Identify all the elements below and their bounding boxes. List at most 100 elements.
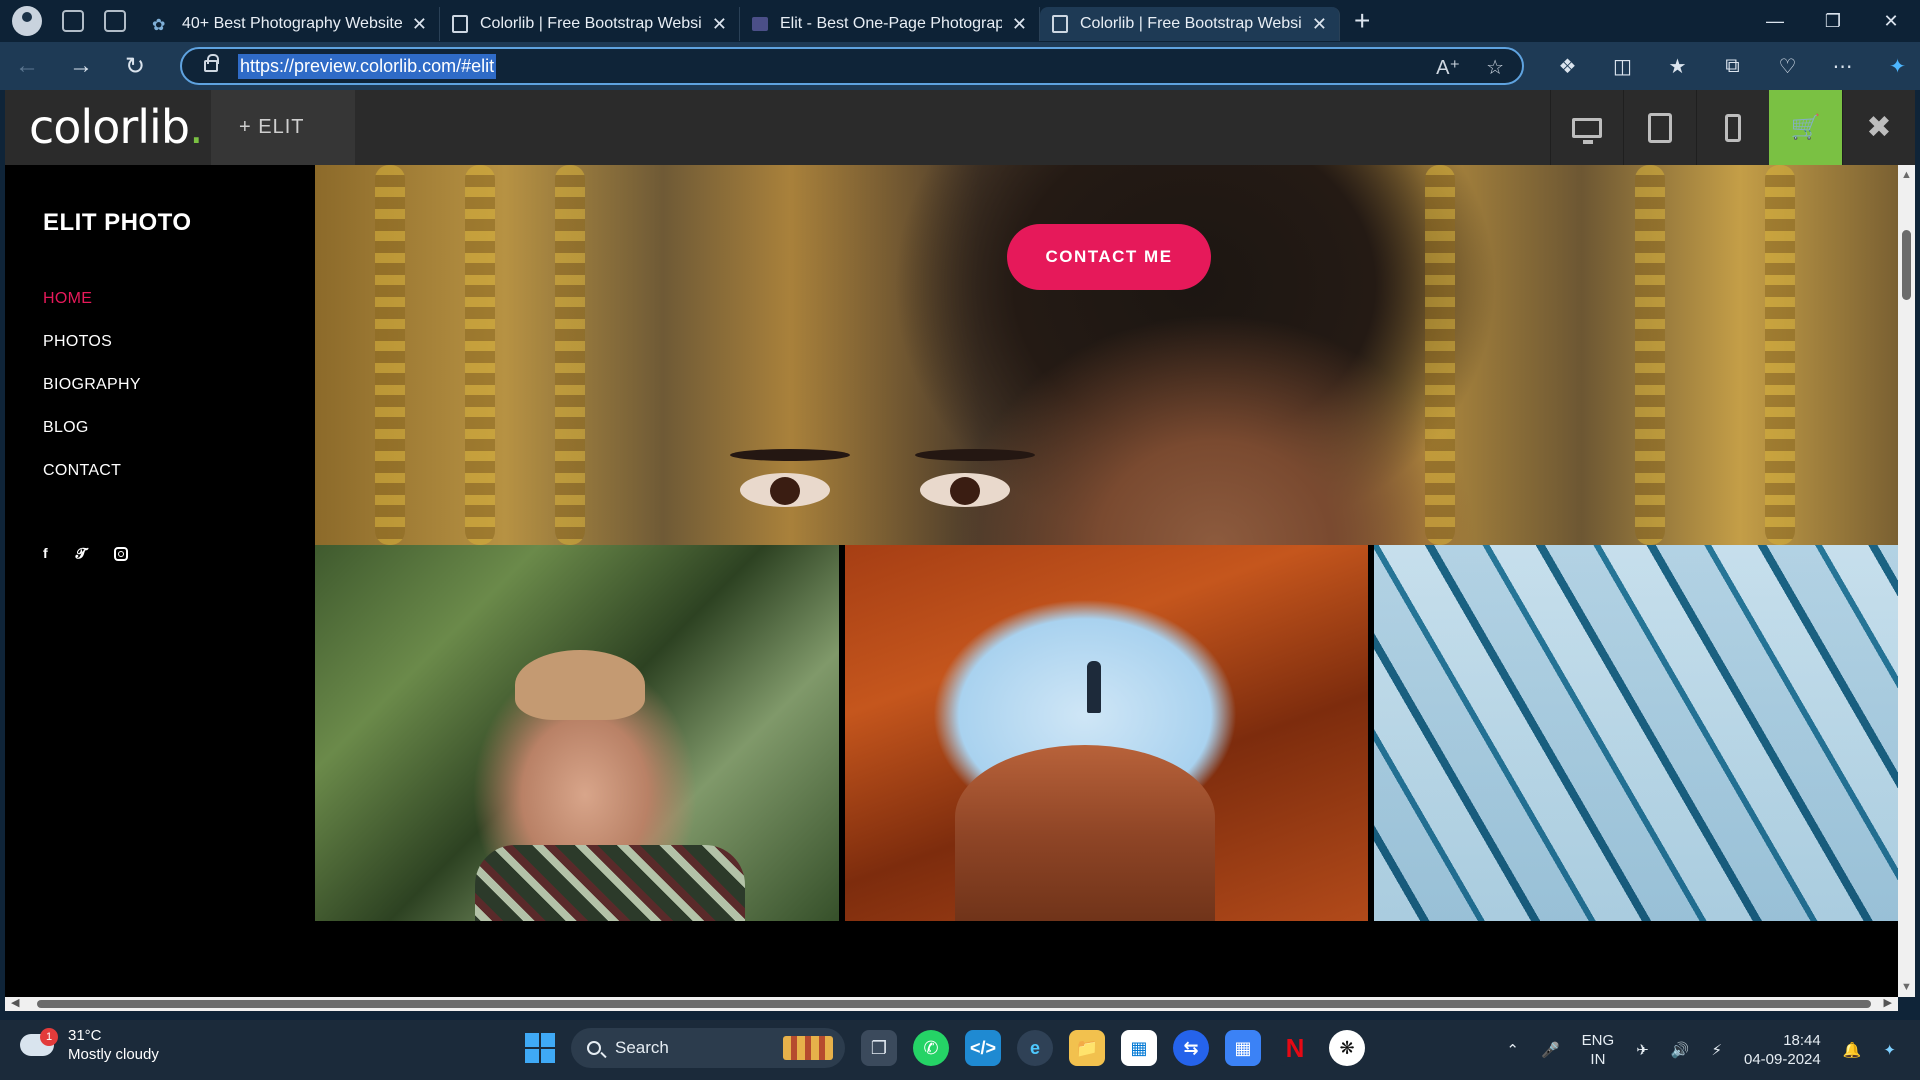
language-indicator[interactable]: ENG IN — [1582, 1031, 1615, 1069]
back-icon[interactable]: ← — [0, 52, 54, 80]
facebook-icon[interactable]: f — [43, 545, 48, 562]
copilot-icon[interactable]: ✦ — [1870, 54, 1920, 79]
phone-link-icon[interactable]: ▦ — [1225, 1030, 1261, 1066]
volume-icon[interactable]: 🔊 — [1671, 1041, 1690, 1059]
weather-widget[interactable]: 1 31°C Mostly cloudy — [20, 1026, 159, 1064]
scrollbar-thumb[interactable] — [37, 1000, 1871, 1008]
airplane-icon[interactable]: ✈ — [1636, 1041, 1649, 1059]
eyebrow-shape — [915, 449, 1035, 461]
minimize-icon[interactable]: — — [1746, 0, 1804, 42]
cloud-icon: 1 — [20, 1028, 58, 1056]
twitter-icon[interactable]: 𝓣 — [76, 545, 87, 562]
scroll-right-icon[interactable]: ▶ — [1884, 996, 1892, 1009]
colorlib-logo[interactable]: colorlib. — [29, 100, 204, 154]
ms-store-icon[interactable]: ▦ — [1121, 1030, 1157, 1066]
theme-selector-button[interactable]: + ELIT — [211, 90, 355, 165]
more-icon[interactable]: ⋯ — [1815, 54, 1870, 79]
search-label: Search — [615, 1038, 669, 1057]
eye-shape — [740, 473, 830, 507]
menu-item-blog[interactable]: BLOG — [43, 419, 141, 462]
refresh-icon[interactable]: ↻ — [108, 52, 162, 81]
url-text[interactable]: https://preview.colorlib.com/#elit — [238, 53, 497, 79]
contact-me-button[interactable]: CONTACT ME — [1007, 224, 1211, 290]
notification-badge: 1 — [40, 1028, 58, 1046]
desktop-view-button[interactable] — [1550, 90, 1623, 165]
cactus-decoration — [1425, 165, 1455, 545]
file-explorer-icon[interactable]: 📁 — [1069, 1030, 1105, 1066]
chatgpt-icon[interactable]: ❋ — [1329, 1030, 1365, 1066]
scroll-up-icon[interactable]: ▲ — [1901, 169, 1912, 181]
browser-tab-active[interactable]: Colorlib | Free Bootstrap Website ✕ — [1040, 7, 1340, 41]
edge-icon[interactable]: e — [1017, 1030, 1053, 1066]
copilot-taskbar-icon[interactable]: ✦ — [1883, 1041, 1896, 1059]
netflix-icon[interactable]: N — [1277, 1030, 1313, 1066]
clock[interactable]: 18:44 04-09-2024 — [1744, 1031, 1821, 1069]
url-input[interactable]: https://preview.colorlib.com/#elit A⁺ ☆ — [180, 47, 1524, 85]
windows-taskbar: 1 31°C Mostly cloudy Search ❐ ✆ </> e 📁 … — [0, 1020, 1920, 1080]
weather-temperature: 31°C — [68, 1027, 102, 1044]
close-preview-button[interactable]: ✖ — [1842, 90, 1915, 165]
read-aloud-icon[interactable]: A⁺ — [1436, 55, 1460, 80]
new-tab-icon[interactable]: + — [1354, 5, 1370, 37]
favorites-icon[interactable]: ★ — [1650, 54, 1705, 79]
gallery-photo-rock-arch[interactable] — [844, 545, 1369, 921]
language-code: ENG — [1581, 1032, 1615, 1049]
browser-tab[interactable]: Colorlib | Free Bootstrap Website ✕ — [440, 7, 740, 41]
tab-close-icon[interactable]: ✕ — [1012, 14, 1027, 35]
favorite-star-icon[interactable]: ☆ — [1486, 55, 1504, 80]
phone-view-button[interactable] — [1696, 90, 1769, 165]
split-screen-icon[interactable]: ◫ — [1595, 54, 1650, 79]
search-icon — [587, 1041, 601, 1055]
chevron-up-icon[interactable]: ⌃ — [1506, 1041, 1519, 1059]
taskbar-search[interactable]: Search — [571, 1028, 845, 1068]
browser-tab[interactable]: ✿ 40+ Best Photography Website Te ✕ — [140, 7, 440, 41]
browser-toolbar: ❖ ◫ ★ ⧉ ♡ ⋯ ✦ — [1540, 42, 1920, 90]
browser-tab[interactable]: Elit - Best One-Page Photography ✕ — [740, 7, 1040, 41]
menu-item-biography[interactable]: BIOGRAPHY — [43, 376, 141, 419]
horizontal-scrollbar[interactable]: ◀ ▶ — [5, 997, 1898, 1011]
task-view-icon[interactable]: ❐ — [861, 1030, 897, 1066]
collections-icon[interactable]: ⧉ — [1705, 55, 1760, 78]
profile-avatar-icon[interactable] — [12, 6, 42, 36]
menu-item-photos[interactable]: PHOTOS — [43, 333, 141, 376]
workspaces-icon[interactable] — [62, 10, 84, 32]
tab-close-icon[interactable]: ✕ — [712, 14, 727, 35]
tablet-view-button[interactable] — [1623, 90, 1696, 165]
desktop-icon — [1572, 117, 1602, 144]
sync-app-icon[interactable]: ⇆ — [1173, 1030, 1209, 1066]
microphone-icon[interactable]: 🎤 — [1541, 1041, 1560, 1059]
scroll-down-icon[interactable]: ▼ — [1901, 981, 1912, 993]
website-viewport: ELIT PHOTO HOME PHOTOS BIOGRAPHY BLOG CO… — [5, 165, 1898, 997]
eye-shape — [920, 473, 1010, 507]
cactus-decoration — [375, 165, 405, 545]
browser-tab-strip: ✿ 40+ Best Photography Website Te ✕ Colo… — [0, 0, 1920, 42]
start-button[interactable] — [525, 1033, 555, 1063]
vscode-icon[interactable]: </> — [965, 1030, 1001, 1066]
window-close-icon[interactable]: ✕ — [1862, 0, 1920, 42]
tab-close-icon[interactable]: ✕ — [1312, 14, 1327, 35]
site-brand[interactable]: ELIT PHOTO — [43, 209, 192, 237]
scrollbar-thumb[interactable] — [1902, 230, 1911, 300]
buy-button[interactable]: 🛒 — [1769, 90, 1842, 165]
menu-item-home[interactable]: HOME — [43, 290, 141, 333]
lock-icon[interactable] — [204, 54, 219, 72]
extensions-icon[interactable]: ❖ — [1540, 54, 1595, 79]
gallery-photo-portrait[interactable] — [315, 545, 839, 921]
person-silhouette — [1086, 661, 1101, 713]
vertical-scrollbar[interactable]: ▲ ▼ — [1898, 165, 1915, 997]
whatsapp-icon[interactable]: ✆ — [913, 1030, 949, 1066]
tab-close-icon[interactable]: ✕ — [412, 14, 427, 35]
scroll-left-icon[interactable]: ◀ — [11, 996, 19, 1009]
restore-icon[interactable]: ❐ — [1804, 0, 1862, 42]
browser-essentials-icon[interactable]: ♡ — [1760, 54, 1815, 79]
address-bar-row: ← → ↻ https://preview.colorlib.com/#elit… — [0, 42, 1920, 90]
notification-bell-icon[interactable]: 🔔 — [1843, 1041, 1862, 1059]
eyebrow-shape — [730, 449, 850, 461]
tablet-icon — [1648, 112, 1672, 143]
tab-actions-icon[interactable] — [104, 10, 126, 32]
menu-item-contact[interactable]: CONTACT — [43, 462, 141, 505]
gallery-photo-ice[interactable] — [1374, 545, 1898, 921]
instagram-icon[interactable] — [114, 547, 129, 561]
forward-icon[interactable]: → — [54, 52, 108, 80]
battery-icon[interactable]: ⚡ — [1711, 1041, 1722, 1059]
